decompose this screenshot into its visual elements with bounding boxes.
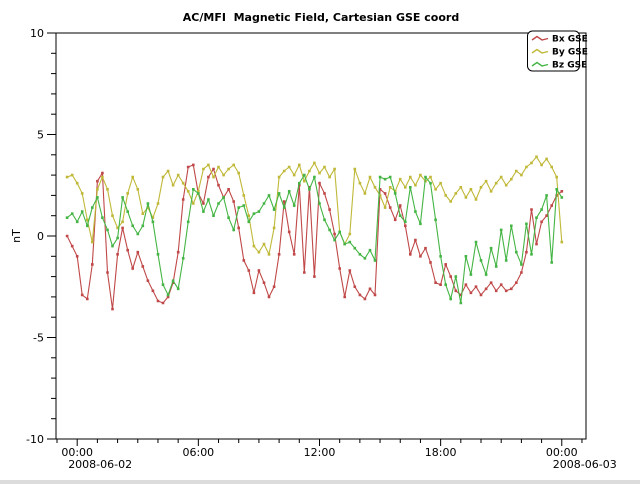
legend-bx-label: Bx GSE (552, 35, 588, 45)
legend: Bx GSE By GSE Bz GSE (528, 31, 588, 71)
series-line (67, 157, 562, 255)
y-tick-label: 10 (30, 27, 44, 40)
series-markers (66, 156, 563, 256)
x-tick-label: 06:00 (182, 446, 214, 459)
plot-frame (56, 33, 586, 439)
chart-title: AC/MFI Magnetic Field, Cartesian GSE coo… (183, 11, 459, 24)
x-date-label: 2008-06-03 (553, 458, 617, 471)
y-tick-label: 0 (37, 230, 44, 243)
legend-bz-label: Bz GSE (552, 61, 587, 71)
series-line (67, 165, 562, 309)
y-tick-label: 5 (37, 129, 44, 142)
y-tick-label: -10 (26, 433, 44, 446)
series-by (66, 156, 563, 256)
data-series (66, 156, 563, 311)
series-line (67, 175, 562, 303)
axes: -10-5051000:002008-06-0206:0012:0018:000… (26, 27, 617, 471)
magnetic-field-chart: AC/MFI Magnetic Field, Cartesian GSE coo… (0, 0, 640, 480)
magnetic-field-plot-window: AC/MFI Magnetic Field, Cartesian GSE coo… (0, 0, 640, 480)
y-axis-label: nT (10, 229, 23, 243)
series-markers (66, 174, 563, 305)
x-tick-label: 12:00 (304, 446, 336, 459)
series-bz (66, 174, 563, 305)
legend-by-label: By GSE (552, 48, 588, 58)
x-tick-label: 18:00 (425, 446, 457, 459)
y-tick-label: -5 (33, 332, 44, 345)
x-date-label: 2008-06-02 (68, 458, 132, 471)
